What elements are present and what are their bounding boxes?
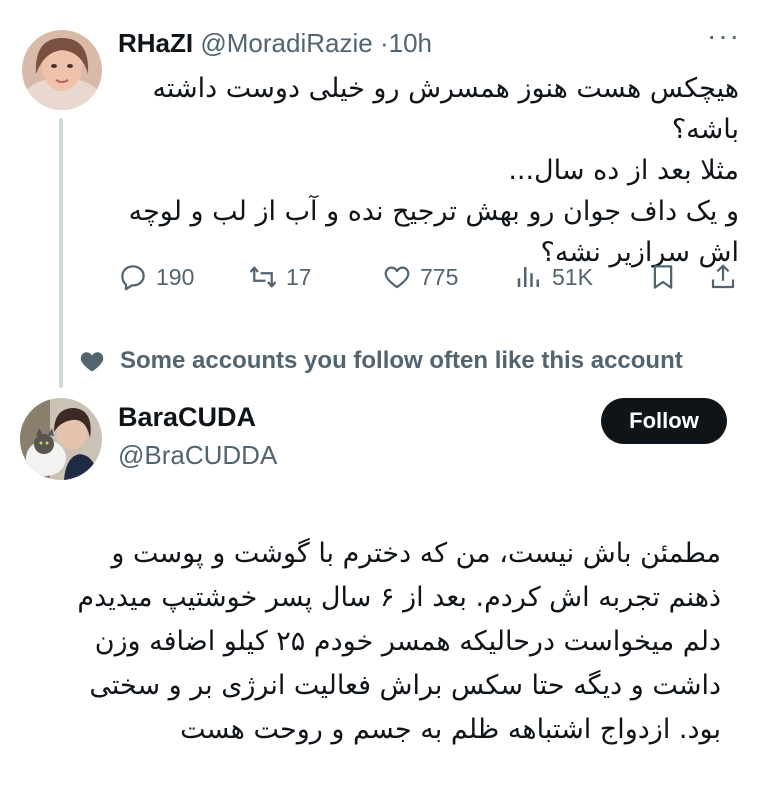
tweet-text: هیچکس هست هنوز همسرش رو خیلی دوست داشته … <box>99 68 739 273</box>
reply-text-line: بود. ازدواج اشتباهه ظلم به جسم و روحت هس… <box>180 714 721 745</box>
thread-line <box>59 118 63 388</box>
more-options-button[interactable]: ··· <box>707 22 741 50</box>
social-context-text: Some accounts you follow often like this… <box>120 347 683 374</box>
repost-button[interactable]: 17 <box>248 262 312 292</box>
reply-button[interactable]: 190 <box>118 262 194 292</box>
reply-text-line: دلم میخواست درحالیکه همسر خودم ۲۵ کیلو ا… <box>94 626 721 657</box>
repost-count: 17 <box>286 263 312 290</box>
social-context: Some accounts you follow often like this… <box>78 347 683 375</box>
avatar-rhazi[interactable] <box>22 30 102 110</box>
ellipsis-icon: ··· <box>707 20 741 51</box>
tweet-time[interactable]: 10h <box>389 28 432 58</box>
heart-icon <box>80 352 104 372</box>
separator-dot: · <box>379 28 389 58</box>
repost-icon <box>249 266 277 288</box>
reply-text-line: داشت و دیگه حتا سکس براش فعالیت انرژی بر… <box>89 670 721 701</box>
tweet-text-line: باشه؟ <box>671 114 739 145</box>
like-count: 775 <box>420 263 459 290</box>
share-button[interactable] <box>708 262 738 292</box>
author-name[interactable]: RHaZI <box>118 28 193 58</box>
view-count: 51K <box>552 263 593 290</box>
like-button[interactable]: 775 <box>382 262 458 292</box>
bookmark-icon <box>653 265 673 289</box>
tweet-header: RHaZI @MoradiRazie ·10h <box>118 28 432 59</box>
tweet-text-line: و یک داف جوان رو بهش ترجیح نده و آب از ل… <box>128 196 739 227</box>
reply-icon <box>121 265 145 291</box>
reply-text: مطمئن باش نیست، من که دخترم با گوشت و پو… <box>31 532 721 752</box>
author-name[interactable]: BaraCUDA <box>118 402 256 433</box>
reply-count: 190 <box>156 263 195 290</box>
bookmark-button[interactable] <box>648 262 678 292</box>
author-handle[interactable]: @MoradiRazie <box>200 28 372 58</box>
avatar-image <box>22 30 102 110</box>
avatar-baracuda[interactable] <box>20 398 102 480</box>
heart-outline-icon <box>384 266 410 289</box>
reply-text-line: مطمئن باش نیست، من که دخترم با گوشت و پو… <box>111 538 721 569</box>
tweet-text-line: مثلا بعد از ده سال... <box>508 155 739 186</box>
views-button[interactable]: 51K <box>514 262 593 292</box>
tweet-text-line: هیچکس هست هنوز همسرش رو خیلی دوست داشته <box>152 73 739 104</box>
reply-text-line: ذهنم تجربه اش کردم. بعد از ۶ سال پسر خوش… <box>77 582 721 613</box>
views-chart-icon <box>517 267 539 287</box>
share-icon <box>711 264 735 289</box>
tweet-actions: 190 17 775 51K <box>118 262 746 302</box>
avatar-image <box>20 398 102 480</box>
follow-button[interactable]: Follow <box>601 398 727 444</box>
author-handle[interactable]: @BraCUDDA <box>118 440 277 471</box>
